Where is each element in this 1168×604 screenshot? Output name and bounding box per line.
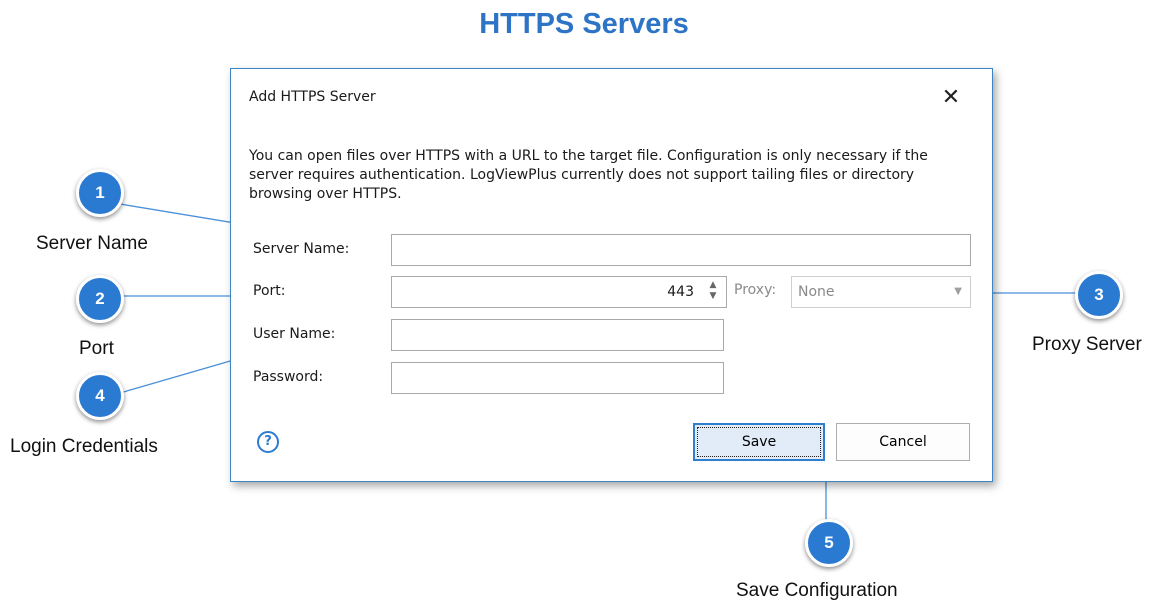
callout-label-proxy-server: Proxy Server [1032,334,1142,355]
password-label: Password: [253,369,324,385]
help-circle-icon[interactable]: ? [257,431,279,453]
callout-label-login-credentials: Login Credentials [10,436,158,457]
proxy-select[interactable]: None ▼ [791,276,971,308]
port-value: 443 [667,284,694,300]
callout-badge-4: 4 [76,372,124,420]
connector-4 [119,356,245,394]
callout-badge-1: 1 [76,169,124,217]
user-name-input[interactable] [391,319,724,351]
close-icon[interactable]: ✕ [937,85,965,111]
proxy-value: None [798,284,835,300]
save-button[interactable]: Save [693,423,825,461]
user-name-label: User Name: [253,326,336,342]
password-input[interactable] [391,362,724,394]
server-name-label: Server Name: [253,241,350,257]
cancel-button[interactable]: Cancel [836,423,970,461]
port-label: Port: [253,283,286,299]
callout-badge-2: 2 [76,275,124,323]
dialog-description: You can open files over HTTPS with a URL… [249,148,928,202]
chevron-down-icon: ▼ [954,286,962,297]
callout-label-save-configuration: Save Configuration [736,580,898,601]
dialog-title: Add HTTPS Server [249,89,376,105]
port-stepper[interactable]: 443 ▲ ▼ [391,276,727,308]
callout-label-port: Port [79,338,114,359]
callout-badge-3: 3 [1075,271,1123,319]
spin-arrows-icon[interactable]: ▲ ▼ [706,280,720,304]
callout-label-server-name: Server Name [36,233,148,254]
server-name-input[interactable] [391,234,971,266]
proxy-label: Proxy: [734,282,777,298]
callout-badge-5: 5 [805,519,853,567]
add-https-server-dialog: Add HTTPS Server ✕ You can open files ov… [230,68,993,482]
